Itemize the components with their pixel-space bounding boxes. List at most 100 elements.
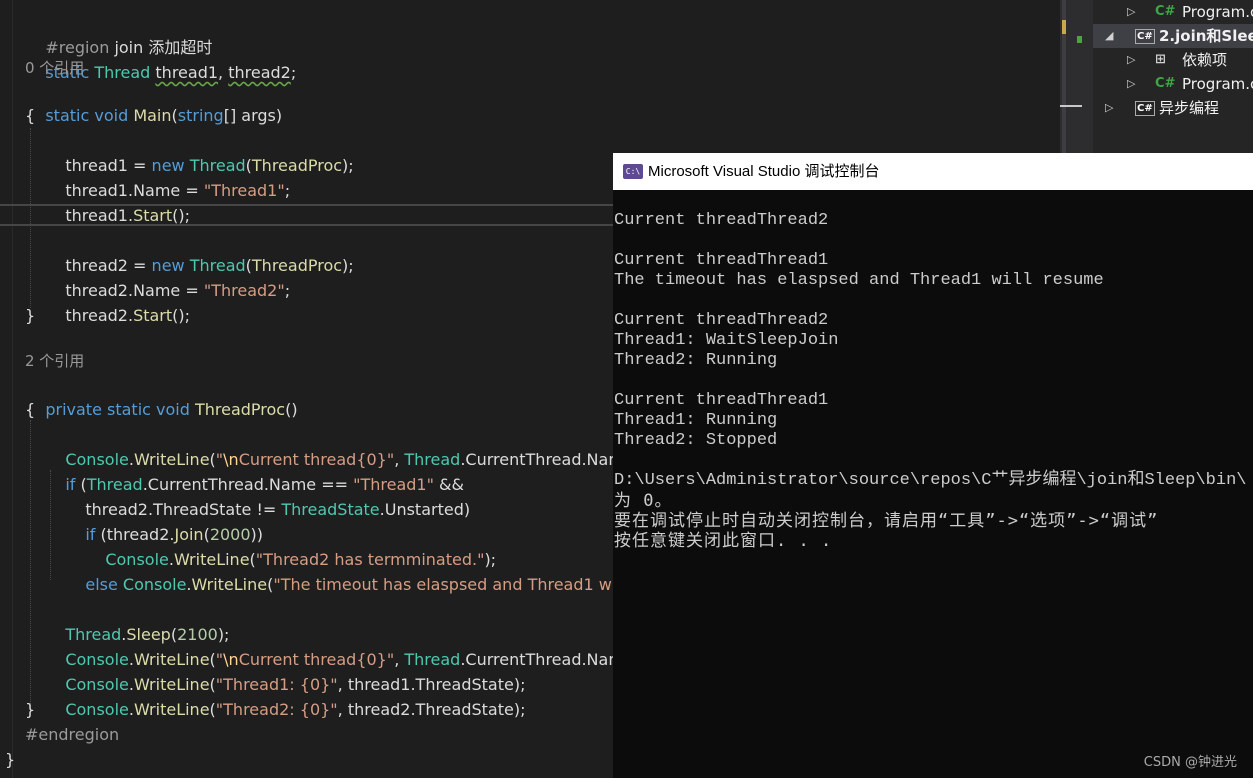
code-line-close-brace[interactable]: } — [25, 697, 35, 722]
editor-scrollbar[interactable] — [1060, 0, 1093, 153]
var: thread2 — [65, 306, 128, 325]
collapse-arrow-icon[interactable]: ◢ — [1105, 24, 1113, 48]
code-line-file-close[interactable]: } — [5, 747, 15, 772]
indent-guide — [30, 420, 31, 710]
code-line-t1-new[interactable]: thread1 = new Thread(ThreadProc); — [45, 128, 353, 175]
codelens-references-main[interactable]: 0 个引用 — [25, 58, 84, 78]
code-line-proc-sig[interactable]: private static void ThreadProc() — [25, 372, 297, 419]
kw-string: string — [177, 106, 224, 125]
brace: } — [5, 750, 16, 769]
console-output-line: 为 0。 — [614, 491, 673, 511]
paren: ); — [342, 256, 354, 275]
expand-arrow-icon[interactable]: ▷ — [1127, 0, 1135, 24]
code-line-open-brace[interactable]: { — [25, 397, 35, 422]
csdn-watermark: CSDN @钟进光 — [1143, 755, 1237, 770]
console-output-line: 要在调试停止时自动关闭控制台，请启用“工具”->“选项”->“调试” — [614, 511, 1159, 531]
string: "Thread2" — [203, 281, 285, 300]
editor-margin — [12, 0, 13, 778]
code-line-region[interactable]: #region join 添加超时 — [25, 10, 212, 57]
paren: (); — [172, 306, 191, 325]
code-line-t2-name[interactable]: thread2.Name = "Thread2"; — [45, 253, 290, 300]
code-line-main-sig[interactable]: static void Main(string[] args) — [25, 78, 282, 125]
console-title-bar[interactable]: C:\ Microsoft Visual Studio 调试控制台 — [613, 153, 1253, 190]
semicolon: ; — [284, 281, 291, 300]
console-output-line: D:\Users\Administrator\source\repos\C艹异步… — [614, 471, 1247, 490]
tree-item-program-cs[interactable]: ▷ C# Program.cs — [1093, 72, 1253, 96]
semicolon: ; — [290, 63, 297, 82]
preprocessor-endregion: #endregion — [25, 725, 120, 744]
dependencies-icon: ⊞ — [1155, 52, 1166, 67]
console-output-line: Current threadThread2 — [614, 311, 829, 330]
paren: (); — [172, 206, 191, 225]
console-app-icon: C:\ — [623, 164, 643, 179]
tree-item-label: Program.cs — [1182, 75, 1253, 93]
code-line-if-1b[interactable]: thread2.ThreadState != ThreadState.Unsta… — [65, 472, 470, 519]
code-line-writeline-3[interactable]: Console.WriteLine("Thread1: {0}", thread… — [45, 647, 525, 694]
code-line-t2-start[interactable]: thread2.Start(); — [45, 278, 190, 325]
method-threadproc: ThreadProc — [194, 400, 286, 419]
tree-item-async-project[interactable]: ▷ C# 异步编程 — [1093, 96, 1253, 120]
code-line-close-brace[interactable]: } — [25, 303, 35, 328]
code-line-endregion[interactable]: #endregion — [25, 722, 119, 747]
code-line-writeline-4[interactable]: Console.WriteLine("Thread2: {0}", thread… — [45, 672, 525, 719]
args: [] args) — [223, 106, 283, 125]
code-line-t2-new[interactable]: thread2 = new Thread(ThreadProc); — [45, 228, 353, 275]
console-title: Microsoft Visual Studio 调试控制台 — [648, 163, 880, 180]
csharp-file-icon: C# — [1155, 4, 1176, 19]
scroll-marker — [1062, 20, 1066, 34]
tree-item-program-cs[interactable]: ▷ C# Program.cs — [1093, 0, 1253, 24]
code-line-t1-name[interactable]: thread1.Name = "Thread1"; — [45, 153, 290, 200]
type: ThreadState — [281, 500, 380, 519]
console-output-line: Thread1: Running — [614, 411, 778, 430]
tree-item-label: 依赖项 — [1182, 51, 1228, 69]
code-line-if-1[interactable]: if (Thread.CurrentThread.Name == "Thread… — [45, 447, 464, 494]
kw-else: else — [85, 575, 123, 594]
method: WriteLine — [191, 575, 268, 594]
expr: , thread2.ThreadState); — [337, 700, 526, 719]
codelens-references-proc[interactable]: 2 个引用 — [25, 351, 84, 371]
string: "Thread2: {0}" — [215, 700, 338, 719]
expr: .Unstarted) — [379, 500, 471, 519]
debug-console-window[interactable]: C:\ Microsoft Visual Studio 调试控制台 Curren… — [613, 153, 1253, 778]
indent-guide — [30, 128, 31, 308]
brace: } — [25, 700, 36, 719]
console-output-line: Current threadThread1 — [614, 391, 829, 410]
kw-static-void: static void — [45, 106, 134, 125]
code-line-open-brace[interactable]: { — [25, 103, 35, 128]
kw-private-static-void: private static void — [45, 400, 195, 419]
brace: { — [25, 400, 36, 419]
method: Start — [133, 306, 173, 325]
expand-arrow-icon[interactable]: ▷ — [1105, 96, 1113, 120]
code-line-decl[interactable]: static Thread thread1, thread2; — [25, 35, 296, 82]
method: Start — [133, 206, 173, 225]
tree-item-project[interactable]: ◢ C# 2.join和Sleep — [1093, 24, 1253, 48]
tree-item-label: Program.cs — [1182, 3, 1253, 21]
code-line-else[interactable]: else Console.WriteLine("The timeout has … — [65, 547, 697, 594]
console-output-line: Current threadThread2 — [614, 211, 829, 230]
semicolon: ; — [284, 181, 291, 200]
code-line-t1-start[interactable]: thread1.Start(); — [45, 178, 190, 225]
change-marker — [1077, 36, 1082, 43]
type: Console — [122, 575, 187, 594]
expand-arrow-icon[interactable]: ▷ — [1127, 48, 1135, 72]
tree-item-label: 2.join和Sleep — [1159, 27, 1253, 45]
method-main: Main — [133, 106, 172, 125]
console-output-line: Current threadThread1 — [614, 251, 829, 270]
brace: { — [25, 106, 36, 125]
code-line-writeline-2[interactable]: Console.WriteLine("\nCurrent thread{0}",… — [45, 622, 645, 669]
type: Console — [65, 700, 129, 719]
code-line-sleep[interactable]: Thread.Sleep(2100); — [45, 597, 229, 644]
code-line-writeline-1[interactable]: Console.WriteLine("\nCurrent thread{0}",… — [45, 422, 645, 469]
csharp-project-icon: C# — [1135, 101, 1155, 116]
solution-explorer[interactable]: ▷ C# Program.cs ◢ C# 2.join和Sleep ▷ ⊞ 依赖… — [1093, 0, 1253, 153]
tree-item-label: 异步编程 — [1159, 99, 1220, 117]
expand-arrow-icon[interactable]: ▷ — [1127, 72, 1135, 96]
console-output-line: Thread2: Stopped — [614, 431, 778, 450]
code-line-writeline-term[interactable]: Console.WriteLine("Thread2 has termminat… — [85, 522, 496, 569]
tree-item-dependencies[interactable]: ▷ ⊞ 依赖项 — [1093, 48, 1253, 72]
paren: ); — [342, 156, 354, 175]
code-line-if-2[interactable]: if (thread2.Join(2000)) — [65, 497, 263, 544]
console-output-line: Thread1: WaitSleepJoin — [614, 331, 839, 350]
paren: () — [285, 400, 298, 419]
console-output-line: Thread2: Running — [614, 351, 778, 370]
